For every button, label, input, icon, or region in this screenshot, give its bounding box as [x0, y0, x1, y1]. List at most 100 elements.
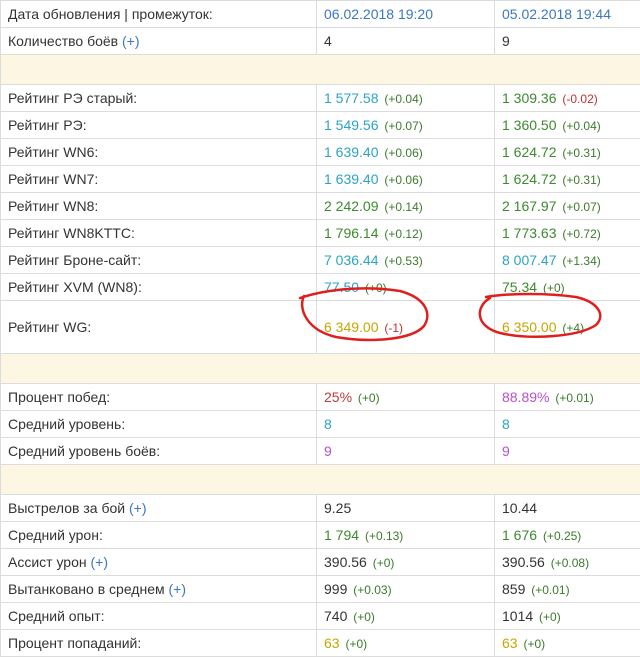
- combat-a-value: 999: [324, 581, 347, 597]
- combat-a-delta: (+0.13): [365, 529, 403, 543]
- rating-row: Рейтинг XVM (WN8): 77.50 (+0) 75.34 (+0): [1, 274, 640, 301]
- combat-b-delta: (+0.25): [543, 529, 581, 543]
- general-label: Процент побед:: [1, 384, 317, 411]
- general-b-cell: 88.89% (+0.01): [495, 384, 640, 411]
- header-date-a: 06.02.2018 19:20: [317, 1, 495, 28]
- rating-b-delta: (+0.07): [562, 200, 600, 214]
- rating-b-delta: (+4): [562, 321, 584, 335]
- combat-b-cell: 390.56 (+0.08): [495, 549, 640, 576]
- rating-b-cell: 2 167.97 (+0.07): [495, 193, 640, 220]
- rating-b-value: 1 624.72: [502, 171, 557, 187]
- rating-label: Рейтинг Броне-сайт:: [1, 247, 317, 274]
- general-row: Средний уровень боёв: 9 9: [1, 438, 640, 465]
- rating-a-delta: (+0.12): [384, 227, 422, 241]
- rating-a-value: 7 036.44: [324, 252, 379, 268]
- battles-plus-link[interactable]: (+): [122, 33, 140, 49]
- rating-a-cell: 2 242.09 (+0.14): [317, 193, 495, 220]
- rating-label: Рейтинг WG:: [1, 301, 317, 354]
- combat-row: Средний опыт: 740 (+0) 1014 (+0): [1, 603, 640, 630]
- general-b-value: 8: [502, 416, 510, 432]
- rating-b-value: 6 350.00: [502, 319, 557, 335]
- rating-a-delta: (-1): [384, 321, 403, 335]
- general-b-cell: 9: [495, 438, 640, 465]
- rating-a-delta: (+0.53): [384, 254, 422, 268]
- rating-a-value: 2 242.09: [324, 198, 379, 214]
- combat-a-value: 1 794: [324, 527, 359, 543]
- general-b-cell: 8: [495, 411, 640, 438]
- rating-a-value: 6 349.00: [324, 319, 379, 335]
- combat-a-value: 63: [324, 635, 340, 651]
- combat-plus-link[interactable]: (+): [169, 581, 187, 597]
- general-a-cell: 8: [317, 411, 495, 438]
- header-row: Дата обновления | промежуток: 06.02.2018…: [1, 1, 640, 28]
- rating-row: Рейтинг РЭ старый: 1 577.58 (+0.04) 1 30…: [1, 85, 640, 112]
- combat-a-cell: 740 (+0): [317, 603, 495, 630]
- rating-a-cell: 6 349.00 (-1): [317, 301, 495, 354]
- separator-cell: [1, 55, 640, 85]
- combat-a-cell: 390.56 (+0): [317, 549, 495, 576]
- general-a-value: 8: [324, 416, 332, 432]
- combat-a-value: 740: [324, 608, 347, 624]
- combat-label-cell: Вытанковано в среднем (+): [1, 576, 317, 603]
- combat-label-cell: Ассист урон (+): [1, 549, 317, 576]
- rating-a-delta: (+0.07): [384, 119, 422, 133]
- combat-label: Средний опыт:: [1, 603, 317, 630]
- rating-row: Рейтинг WN7: 1 639.40 (+0.06) 1 624.72 (…: [1, 166, 640, 193]
- combat-a-cell: 999 (+0.03): [317, 576, 495, 603]
- battles-label-cell: Количество боёв (+): [1, 28, 317, 55]
- combat-label: Вытанковано в среднем: [8, 581, 165, 597]
- rating-a-delta: (+0.04): [384, 92, 422, 106]
- separator-row: [1, 354, 640, 384]
- rating-b-cell: 6 350.00 (+4): [495, 301, 640, 354]
- rating-row: Рейтинг Броне-сайт: 7 036.44 (+0.53) 8 0…: [1, 247, 640, 274]
- rating-b-value: 8 007.47: [502, 252, 557, 268]
- general-b-delta: (+0.01): [555, 391, 593, 405]
- battles-row: Количество боёв (+) 4 9: [1, 28, 640, 55]
- rating-label: Рейтинг WN6:: [1, 139, 317, 166]
- combat-row: Выстрелов за бой (+) 9.25 10.44: [1, 495, 640, 522]
- rating-a-cell: 1 577.58 (+0.04): [317, 85, 495, 112]
- rating-row: Рейтинг РЭ: 1 549.56 (+0.07) 1 360.50 (+…: [1, 112, 640, 139]
- general-label: Средний уровень боёв:: [1, 438, 317, 465]
- rating-b-value: 1 360.50: [502, 117, 557, 133]
- combat-b-delta: (+0): [539, 610, 561, 624]
- rating-b-cell: 75.34 (+0): [495, 274, 640, 301]
- rating-label: Рейтинг WN8:: [1, 193, 317, 220]
- header-label: Дата обновления | промежуток:: [1, 1, 317, 28]
- combat-b-cell: 859 (+0.01): [495, 576, 640, 603]
- combat-row: Ассист урон (+) 390.56 (+0) 390.56 (+0.0…: [1, 549, 640, 576]
- rating-b-delta: (+0.31): [562, 173, 600, 187]
- combat-b-value: 859: [502, 581, 525, 597]
- combat-b-value: 1014: [502, 608, 533, 624]
- general-a-delta: (+0): [358, 391, 380, 405]
- rating-a-delta: (+0.06): [384, 173, 422, 187]
- combat-b-cell: 1 676 (+0.25): [495, 522, 640, 549]
- combat-row: Средний урон: 1 794 (+0.13) 1 676 (+0.25…: [1, 522, 640, 549]
- rating-a-value: 77.50: [324, 279, 359, 295]
- rating-b-cell: 1 773.63 (+0.72): [495, 220, 640, 247]
- rating-row-wg: Рейтинг WG: 6 349.00 (-1) 6 350.00 (+4): [1, 301, 640, 354]
- separator-row: [1, 465, 640, 495]
- separator-row: [1, 55, 640, 85]
- separator-cell: [1, 354, 640, 384]
- general-a-cell: 9: [317, 438, 495, 465]
- combat-a-cell: 1 794 (+0.13): [317, 522, 495, 549]
- combat-b-value: 390.56: [502, 554, 545, 570]
- general-label: Средний уровень:: [1, 411, 317, 438]
- combat-label: Средний урон:: [1, 522, 317, 549]
- general-a-value: 25%: [324, 389, 352, 405]
- combat-label: Процент попаданий:: [1, 630, 317, 657]
- rating-a-value: 1 639.40: [324, 171, 379, 187]
- general-b-value: 9: [502, 443, 510, 459]
- rating-b-delta: (-0.02): [562, 92, 597, 106]
- rating-a-cell: 77.50 (+0): [317, 274, 495, 301]
- combat-b-delta: (+0.01): [531, 583, 569, 597]
- combat-b-cell: 63 (+0): [495, 630, 640, 657]
- rating-a-cell: 7 036.44 (+0.53): [317, 247, 495, 274]
- combat-plus-link[interactable]: (+): [129, 500, 147, 516]
- rating-b-value: 1 624.72: [502, 144, 557, 160]
- rating-b-cell: 1 624.72 (+0.31): [495, 166, 640, 193]
- rating-b-delta: (+0.04): [562, 119, 600, 133]
- rating-b-cell: 8 007.47 (+1.34): [495, 247, 640, 274]
- combat-plus-link[interactable]: (+): [91, 554, 109, 570]
